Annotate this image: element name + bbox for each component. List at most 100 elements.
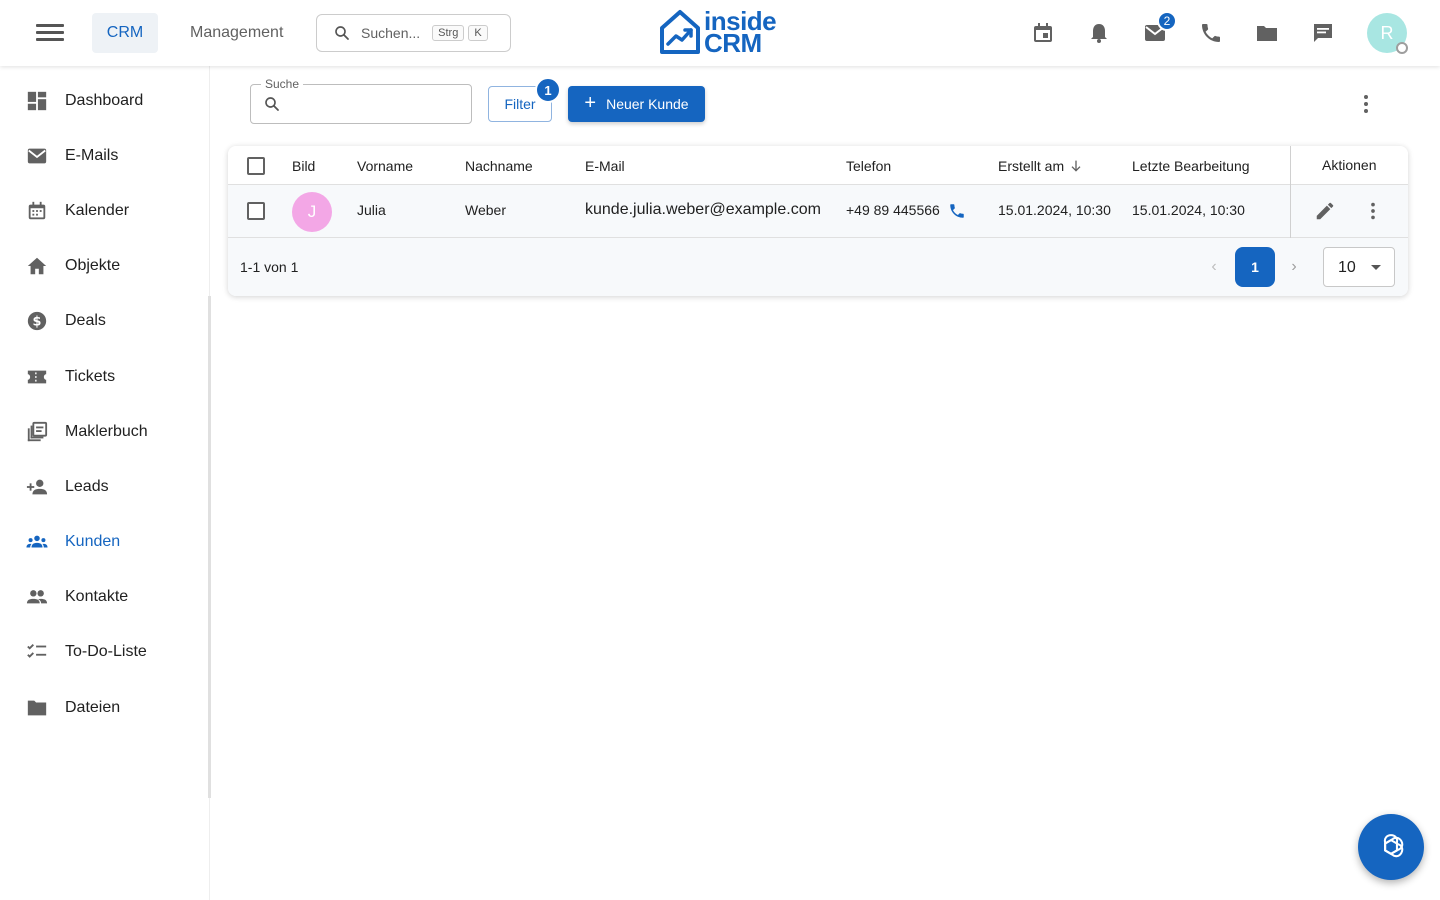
menu-icon[interactable]	[34, 20, 66, 46]
col-header-nachname[interactable]: Nachname	[465, 158, 533, 174]
logo-text-crm: CRM	[704, 28, 762, 58]
sidebar-item-deals[interactable]: $ Deals	[0, 296, 208, 346]
cell-vorname: Julia	[357, 202, 386, 218]
row-checkbox[interactable]	[247, 202, 265, 220]
folder-icon[interactable]	[1255, 21, 1279, 45]
people-icon	[26, 590, 48, 604]
tab-management[interactable]: Management	[178, 13, 295, 53]
top-bar: CRM Management Suchen... Strg K inside C…	[0, 0, 1440, 66]
cell-nachname: Weber	[465, 202, 506, 218]
table-header: Bild Vorname Nachname E-Mail Telefon Ers…	[228, 146, 1408, 185]
sort-arrow-down-icon[interactable]	[1068, 158, 1084, 174]
sidebar-item-tickets[interactable]: Tickets	[0, 352, 208, 402]
folder-icon	[27, 700, 47, 716]
sidebar-item-label: Kunden	[65, 533, 121, 550]
new-customer-button[interactable]: + Neuer Kunde	[568, 86, 705, 122]
dashboard-icon	[27, 91, 47, 111]
col-header-vorname[interactable]: Vorname	[357, 158, 413, 174]
house-chart-icon	[660, 10, 700, 54]
user-status-indicator	[1396, 42, 1408, 54]
bell-icon[interactable]	[1087, 21, 1111, 45]
mail-icon	[27, 148, 47, 164]
tab-crm[interactable]: CRM	[92, 13, 158, 53]
cell-erstellt: 15.01.2024, 10:30	[998, 202, 1111, 218]
sidebar-item-label: E-Mails	[65, 147, 119, 164]
app-logo[interactable]: inside CRM	[658, 6, 782, 58]
sidebar-item-label: Dateien	[65, 699, 121, 716]
sidebar-item-label: Kontakte	[65, 588, 129, 605]
shortcut-key-k: K	[468, 25, 488, 41]
col-header-letzte-bearbeitung[interactable]: Letzte Bearbeitung	[1132, 158, 1250, 174]
sidebar-item-label: Deals	[65, 312, 106, 329]
sidebar-item-kalender[interactable]: Kalender	[0, 186, 208, 236]
customers-table: Bild Vorname Nachname E-Mail Telefon Ers…	[228, 146, 1408, 296]
prev-page-button[interactable]: ‹	[1204, 257, 1224, 277]
new-customer-label: Neuer Kunde	[606, 96, 689, 112]
sidebar-item-dashboard[interactable]: Dashboard	[0, 76, 208, 126]
search-icon	[335, 26, 349, 40]
sidebar-item-label: Maklerbuch	[65, 423, 148, 440]
sidebar-item-leads[interactable]: Leads	[0, 462, 208, 512]
actions-column-divider	[1290, 146, 1291, 238]
global-search-placeholder: Suchen...	[361, 25, 421, 41]
sidebar-item-kontakte[interactable]: Kontakte	[0, 572, 208, 622]
house-icon	[27, 257, 47, 275]
sidebar-item-label: Kalender	[65, 202, 130, 219]
groups-icon	[26, 535, 48, 548]
col-header-bild: Bild	[292, 158, 316, 174]
ticket-icon	[27, 370, 47, 384]
sidebar-item-label: Leads	[65, 478, 109, 495]
sidebar: Dashboard E-Mails Kalender Objekte $ Dea…	[0, 66, 211, 900]
col-header-telefon[interactable]: Telefon	[846, 158, 891, 174]
plus-icon: +	[584, 91, 597, 114]
col-header-erstellt[interactable]: Erstellt am	[998, 158, 1064, 174]
sidebar-item-label: To-Do-Liste	[65, 643, 147, 660]
calendar-icon	[28, 201, 46, 220]
shortcut-key-strg: Strg	[432, 25, 465, 41]
sidebar-scrollbar[interactable]	[208, 296, 211, 798]
filter-count-badge: 1	[535, 77, 561, 103]
caret-down-icon	[1371, 265, 1381, 270]
page-size-value: 10	[1338, 259, 1356, 276]
sidebar-item-todo[interactable]: To-Do-Liste	[0, 627, 208, 677]
more-vert-icon[interactable]	[1354, 92, 1378, 116]
table-row[interactable]: J Julia Weber kunde.julia.weber@example.…	[228, 185, 1408, 238]
page-size-select[interactable]: 10	[1323, 247, 1395, 287]
ai-assistant-button[interactable]	[1358, 814, 1424, 880]
customer-search-label: Suche	[261, 77, 304, 91]
mail-badge: 2	[1157, 11, 1177, 31]
sidebar-item-label: Objekte	[65, 257, 121, 274]
calendar-icon[interactable]	[1031, 21, 1055, 45]
checklist-icon	[27, 644, 47, 658]
edit-icon[interactable]	[1314, 200, 1336, 222]
search-icon	[265, 97, 279, 111]
col-header-email[interactable]: E-Mail	[585, 158, 625, 174]
cell-telefon: +49 89 445566	[846, 202, 940, 218]
dollar-icon: $	[27, 311, 47, 331]
sidebar-item-kunden[interactable]: Kunden	[0, 517, 208, 567]
sidebar-item-maklerbuch[interactable]: Maklerbuch	[0, 407, 208, 457]
page-button-current[interactable]: 1	[1235, 247, 1275, 287]
person-add-icon	[26, 479, 48, 495]
library-icon	[27, 421, 48, 442]
customer-avatar: J	[292, 192, 332, 232]
chat-icon[interactable]	[1311, 21, 1335, 45]
row-more-vert-icon[interactable]	[1362, 200, 1384, 222]
next-page-button[interactable]: ›	[1284, 257, 1304, 277]
sidebar-item-label: Tickets	[65, 368, 116, 385]
select-all-checkbox[interactable]	[247, 157, 265, 175]
cell-email[interactable]: kunde.julia.weber@example.com	[585, 201, 821, 219]
pagination-range: 1-1 von 1	[240, 259, 299, 275]
col-header-aktionen: Aktionen	[1322, 157, 1377, 173]
sidebar-item-label: Dashboard	[65, 92, 144, 109]
global-search[interactable]: Suchen... Strg K	[316, 14, 511, 52]
sidebar-item-objekte[interactable]: Objekte	[0, 241, 208, 291]
phone-icon[interactable]	[1199, 21, 1223, 45]
table-pagination: 1-1 von 1 ‹ 1 › 10	[228, 238, 1408, 296]
call-icon[interactable]	[948, 202, 966, 220]
svg-text:$: $	[33, 315, 42, 330]
cell-letzte-bearbeitung: 15.01.2024, 10:30	[1132, 202, 1245, 218]
sidebar-item-dateien[interactable]: Dateien	[0, 683, 208, 733]
customer-search-input[interactable]: Suche	[250, 77, 472, 124]
sidebar-item-emails[interactable]: E-Mails	[0, 131, 208, 181]
